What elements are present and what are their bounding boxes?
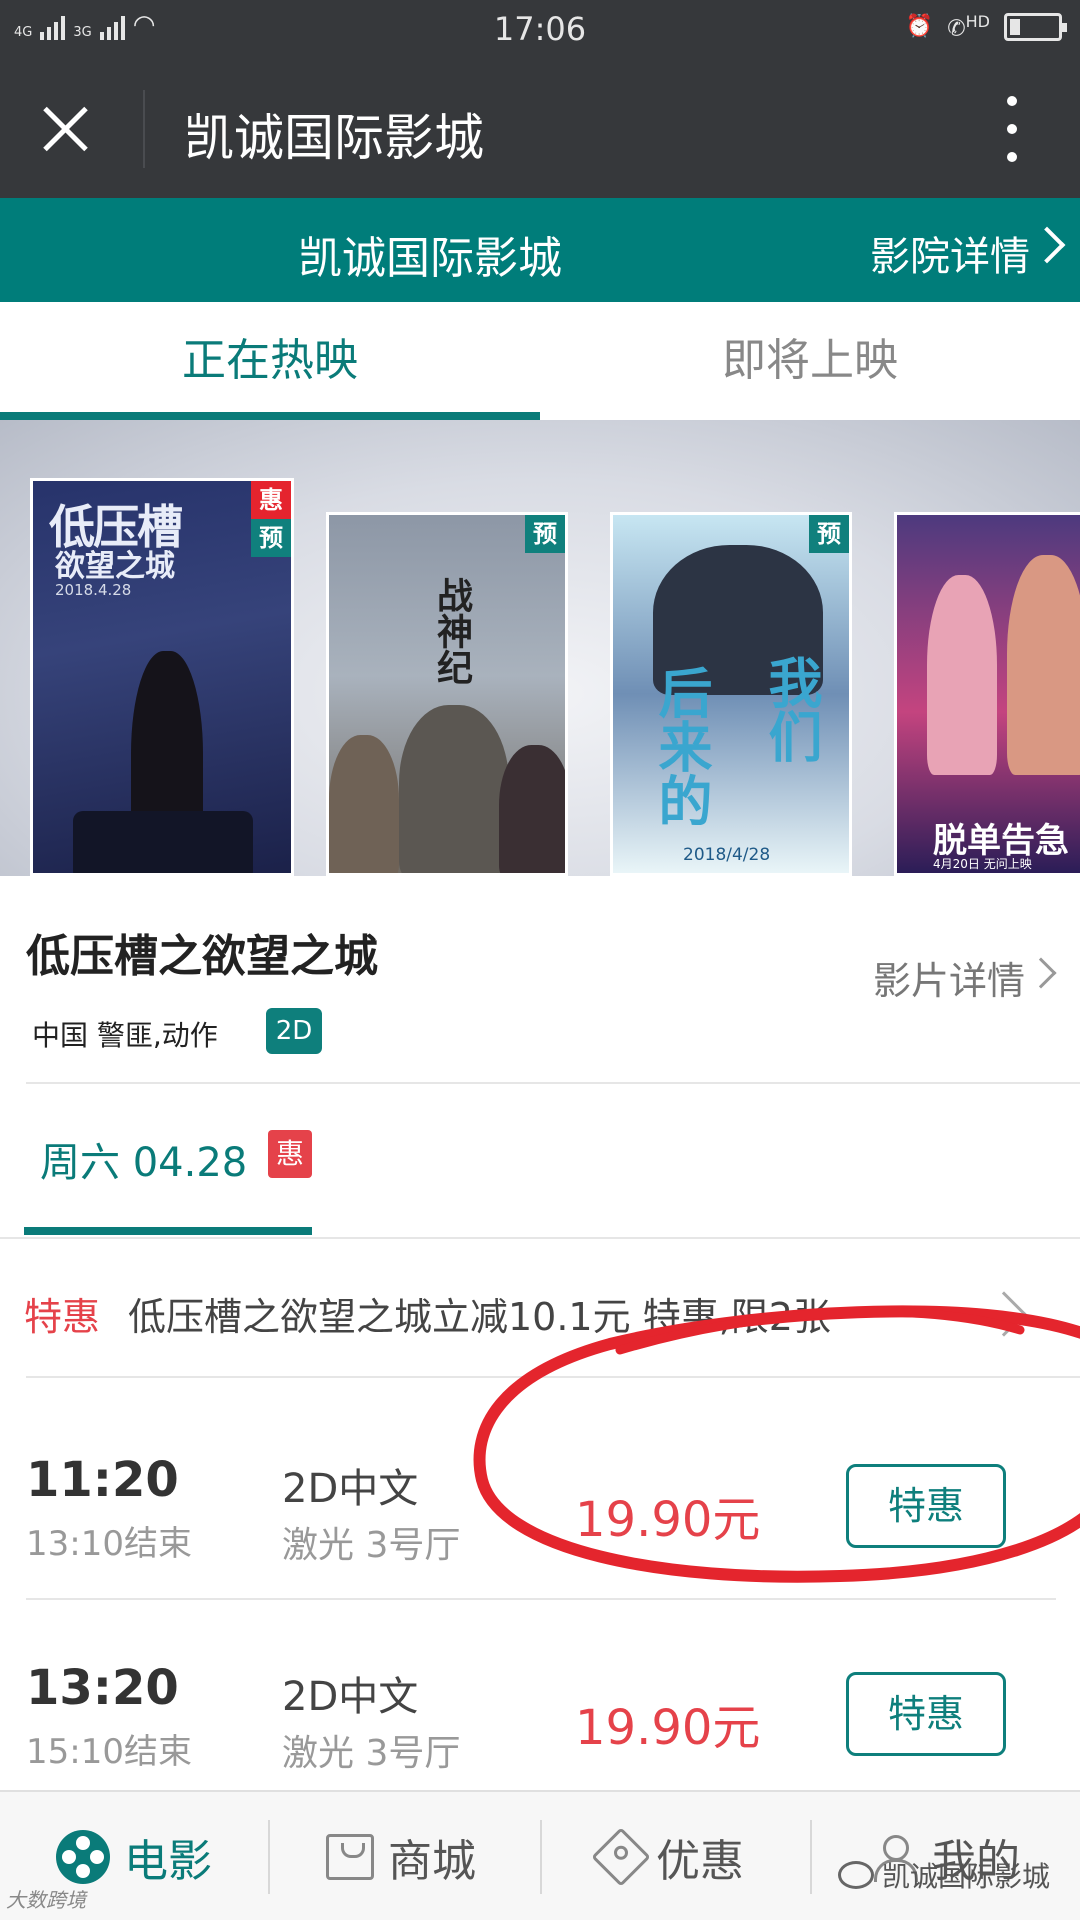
movie-poster-1[interactable]: 低压槽 欲望之城 2018.4.28 惠 预: [30, 478, 294, 876]
nav-separator: [268, 1820, 270, 1894]
buy-ticket-button[interactable]: 特惠: [846, 1464, 1006, 1548]
cinema-name: 凯诚国际影城: [298, 233, 562, 284]
showtime-row[interactable]: 11:20 13:10结束 2D中文 激光 3号厅 19.90元 特惠: [0, 1392, 1080, 1598]
format-tag: 2D: [266, 1008, 322, 1054]
app-root: 4G 3G ◠ 17:06 ⏰ ✆HD 凯诚国际影城 凯诚国际影城 影院详情 正…: [0, 0, 1080, 1920]
divider: [26, 1376, 1080, 1378]
nav-label: 电影: [124, 1836, 212, 1887]
date-tab[interactable]: 周六 04.28: [40, 1130, 247, 1188]
poster-date: 2018.4.28: [55, 581, 132, 599]
battery-icon: [1004, 12, 1067, 41]
poster-figure: [499, 745, 565, 873]
presale-badge: 预: [809, 515, 849, 553]
shopping-bag-icon: [326, 1834, 374, 1880]
chevron-right-icon: [1028, 226, 1066, 264]
poster-figure: [329, 735, 399, 873]
nav-separator: [810, 1820, 812, 1894]
status-icons: ⏰ ✆HD: [905, 12, 1067, 42]
poster-figure: [1007, 555, 1080, 775]
active-date-indicator: [24, 1227, 312, 1235]
date-discount-badge: 惠: [268, 1130, 312, 1178]
window-title: 凯诚国际影城: [184, 109, 484, 167]
title-divider: [143, 90, 145, 168]
poster-date: 2018/4/28: [683, 845, 771, 865]
movie-poster-4[interactable]: 脱单告急 4月20日 无问上映: [894, 512, 1080, 876]
film-reel-icon: [56, 1830, 110, 1884]
chevron-right-icon: [981, 1291, 1027, 1337]
watermark-text: 凯诚国际影城: [881, 1860, 1050, 1893]
promo-row[interactable]: 特惠 低压槽之欲望之城立减10.1元 特惠,限2张: [0, 1240, 1080, 1376]
poster-subtitle: 欲望之城: [55, 549, 175, 584]
nav-deals[interactable]: 优惠: [591, 1792, 744, 1920]
showtime-language: 2D中文: [282, 1674, 419, 1720]
presale-badge: 预: [251, 519, 291, 557]
showtime-start: 13:20: [26, 1660, 179, 1716]
showtime-language: 2D中文: [282, 1466, 419, 1512]
showtime-price: 19.90元: [575, 1700, 761, 1756]
showtime-start: 11:20: [26, 1452, 179, 1508]
nav-label: 优惠: [656, 1836, 744, 1887]
battery-level: [1010, 18, 1020, 35]
wechat-account-watermark: 凯诚国际影城: [837, 1855, 1050, 1895]
movie-poster-3[interactable]: 后来的 我们 2018/4/28 预: [610, 512, 852, 876]
price-tag-icon: [591, 1827, 651, 1887]
showtime-hall: 激光 3号厅: [282, 1525, 461, 1566]
poster-title: 后来的: [649, 665, 712, 827]
nav-separator: [540, 1820, 542, 1894]
active-tab-indicator: [0, 412, 540, 420]
poster-figure: [399, 705, 509, 873]
poster-date: 4月20日 无问上映: [933, 857, 1032, 871]
buy-ticket-button[interactable]: 特惠: [846, 1672, 1006, 1756]
webview-title-bar: 凯诚国际影城: [0, 60, 1080, 198]
alarm-icon: ⏰: [905, 14, 934, 40]
hd-label: HD: [965, 12, 990, 31]
showtime-price: 19.90元: [575, 1492, 761, 1548]
cinema-header: 凯诚国际影城 影院详情: [0, 198, 1080, 302]
promo-text: 低压槽之欲望之城立减10.1元 特惠,限2张: [128, 1295, 831, 1339]
wechat-icon: [837, 1861, 874, 1889]
presale-badge: 预: [525, 515, 565, 553]
nav-mall[interactable]: 商城: [326, 1792, 476, 1920]
showtime-end: 15:10结束: [26, 1732, 192, 1772]
movie-poster-2[interactable]: 战神纪 预: [326, 512, 568, 876]
movie-tabs: 正在热映 即将上映: [0, 302, 1080, 420]
status-bar: 4G 3G ◠ 17:06 ⏰ ✆HD: [0, 0, 1080, 60]
discount-badge: 惠: [251, 481, 291, 519]
chevron-right-icon: [1025, 957, 1057, 989]
showtime-hall: 激光 3号厅: [282, 1733, 461, 1774]
movie-title: 低压槽之欲望之城: [26, 931, 378, 982]
tab-now-showing[interactable]: 正在热映: [0, 302, 540, 420]
poster-figure: [73, 811, 253, 873]
close-icon[interactable]: [30, 94, 100, 164]
divider: [26, 1082, 1080, 1084]
poster-title: 战神纪: [431, 577, 472, 685]
movie-genre-meta: 中国 警匪,动作: [32, 1019, 218, 1052]
poster-figure: [927, 575, 997, 775]
more-options-icon[interactable]: [1004, 96, 1020, 162]
corner-watermark: 大数跨境: [6, 1888, 86, 1912]
showtime-row[interactable]: 13:20 15:10结束 2D中文 激光 3号厅 19.90元 特惠: [0, 1600, 1080, 1806]
promo-label: 特惠: [24, 1295, 101, 1339]
poster-subtitle: 我们: [759, 655, 822, 763]
divider: [0, 1237, 1080, 1239]
poster-carousel[interactable]: 低压槽 欲望之城 2018.4.28 惠 预 战神纪 预 后来的 我们 2018…: [0, 420, 1080, 876]
cinema-detail-link[interactable]: 影院详情: [870, 224, 1030, 282]
nav-label: 商城: [388, 1836, 476, 1887]
movie-detail-link[interactable]: 影片详情: [873, 950, 1025, 1005]
showtime-end: 13:10结束: [26, 1524, 192, 1564]
call-hd-icon: ✆HD: [947, 12, 990, 42]
tab-coming-soon[interactable]: 即将上映: [540, 302, 1080, 420]
